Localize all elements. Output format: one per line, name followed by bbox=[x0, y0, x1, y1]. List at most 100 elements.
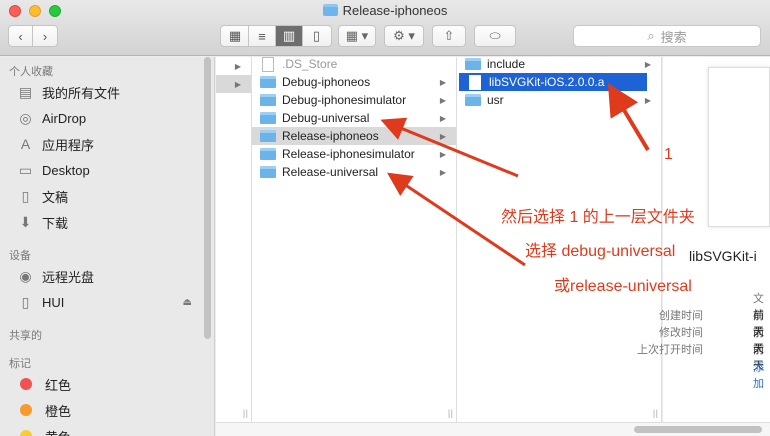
disclosure-arrow-icon: ▶ bbox=[644, 59, 651, 69]
documents-icon: ▯ bbox=[21, 187, 30, 204]
chevron-right-icon: › bbox=[42, 28, 48, 44]
list-item-release-universal[interactable]: Release-universal ▶ bbox=[252, 163, 456, 181]
title-bar: Release-iphoneos ‹ › ▦ ≡ ▥ ▯ ▦ ▾ ⚙ ▾ ⇧ ⬭… bbox=[0, 0, 770, 56]
list-item-release-iphoneos[interactable]: Release-iphoneos ▶ bbox=[252, 127, 456, 145]
modified-label: 修改时间 bbox=[659, 327, 703, 339]
gear-icon: ⚙ ▾ bbox=[393, 28, 415, 43]
remote-disc-icon: ◉ bbox=[19, 267, 32, 284]
disclosure-arrow-icon: ▶ bbox=[439, 167, 446, 177]
arrange-button[interactable]: ▦ ▾ bbox=[338, 25, 376, 47]
arrange-grid-icon: ▦ ▾ bbox=[345, 28, 369, 43]
browser-column-2: .DS_Store Debug-iphoneos ▶ Debug-iphonesi… bbox=[252, 55, 457, 422]
add-tags-link[interactable]: 添加 bbox=[753, 359, 770, 391]
drive-icon: ▯ bbox=[21, 293, 30, 310]
list-view-button[interactable]: ≡ bbox=[249, 26, 276, 46]
folder-icon bbox=[260, 112, 276, 124]
all-files-icon: ▤ bbox=[18, 83, 33, 100]
folder-icon bbox=[260, 166, 276, 178]
yellow-tag-dot bbox=[20, 430, 32, 436]
sidebar-item-applications[interactable]: A 应用程序 bbox=[17, 134, 94, 154]
preview-file-name: libSVGKit-i bbox=[689, 248, 757, 264]
preview-pane: libSVGKit-i 文档 创建时间 前天 修改时间 前天 上次打开时间 前天… bbox=[637, 57, 770, 422]
horizontal-scrollbar[interactable] bbox=[634, 426, 762, 433]
sidebar-tag-yellow[interactable]: 黄色 bbox=[17, 426, 71, 436]
disclosure-arrow-icon: ▶ bbox=[439, 149, 446, 159]
share-button[interactable]: ⇧ bbox=[432, 25, 466, 47]
sidebar-item-all-files[interactable]: ▤ 我的所有文件 bbox=[17, 82, 120, 102]
browser-column-1: ▶ ▶ | | bbox=[216, 57, 252, 422]
column-resize-handle[interactable]: | | bbox=[243, 408, 248, 418]
tag-icon: ⬭ bbox=[489, 28, 501, 43]
cover-flow-icon: ▯ bbox=[312, 28, 321, 43]
column-1-row-selected[interactable]: ▶ bbox=[216, 75, 251, 93]
annotation-line-3: 或release-universal bbox=[554, 278, 692, 295]
sidebar-tag-red[interactable]: 红色 bbox=[17, 374, 71, 394]
folder-icon bbox=[260, 148, 276, 160]
folder-icon bbox=[260, 94, 276, 106]
last-opened-label: 上次打开时间 bbox=[637, 344, 703, 356]
sidebar-scrollbar[interactable] bbox=[204, 57, 211, 339]
orange-tag-dot bbox=[20, 404, 32, 416]
favorites-header: 个人收藏 bbox=[9, 66, 53, 78]
eject-icon[interactable]: ⏏ bbox=[183, 297, 192, 308]
search-icon: ⌕ bbox=[647, 28, 655, 43]
chevron-left-icon: ‹ bbox=[18, 28, 23, 44]
disclosure-arrow-icon: ▶ bbox=[439, 113, 446, 123]
list-item-debug-universal[interactable]: Debug-universal ▶ bbox=[252, 109, 456, 127]
tags-header: 标记 bbox=[9, 358, 31, 370]
folder-icon bbox=[260, 130, 276, 142]
back-button[interactable]: ‹ bbox=[9, 26, 33, 46]
disclosure-arrow-icon: ▶ bbox=[439, 131, 446, 141]
annotation-line-1: 然后选择 1 的上一层文件夹 bbox=[501, 209, 695, 226]
annotation-line-2: 选择 debug-universal bbox=[525, 243, 676, 260]
list-item-libsvgkit[interactable]: libSVGKit-iOS.2.0.0.a bbox=[459, 73, 647, 91]
disclosure-arrow-icon: ▶ bbox=[234, 79, 241, 89]
icon-view-button[interactable]: ▦ bbox=[222, 26, 249, 46]
sidebar-item-documents[interactable]: ▯ 文稿 bbox=[17, 186, 68, 206]
devices-header: 设备 bbox=[9, 250, 31, 262]
disclosure-arrow-icon: ▶ bbox=[439, 95, 446, 105]
view-mode-control: ▦ ≡ ▥ ▯ bbox=[220, 25, 332, 47]
cover-flow-button[interactable]: ▯ bbox=[303, 26, 330, 46]
horizontal-scroll-area bbox=[216, 422, 770, 436]
columns-icon: ▥ bbox=[282, 28, 296, 43]
disclosure-arrow-icon: ▶ bbox=[644, 95, 651, 105]
airdrop-icon: ◎ bbox=[19, 109, 32, 126]
back-forward-control: ‹ › bbox=[8, 25, 58, 47]
search-field[interactable]: ⌕ 搜索 bbox=[573, 25, 761, 47]
list-item-usr[interactable]: usr ▶ bbox=[457, 91, 661, 109]
column-1-row[interactable]: ▶ bbox=[216, 57, 251, 75]
sidebar-item-hui[interactable]: ▯ HUI bbox=[17, 292, 65, 312]
list-item-debug-iphoneos[interactable]: Debug-iphoneos ▶ bbox=[252, 73, 456, 91]
file-icon bbox=[469, 74, 481, 90]
disclosure-arrow-icon: ▶ bbox=[439, 77, 446, 87]
action-button[interactable]: ⚙ ▾ bbox=[384, 25, 424, 47]
folder-icon bbox=[465, 58, 481, 70]
list-item-include[interactable]: include ▶ bbox=[457, 55, 661, 73]
grid-icon: ▦ bbox=[228, 28, 242, 43]
column-view-button[interactable]: ▥ bbox=[276, 26, 303, 46]
column-resize-handle[interactable]: | | bbox=[653, 408, 658, 418]
file-icon bbox=[262, 56, 274, 72]
sidebar-item-remote-disc[interactable]: ◉ 远程光盘 bbox=[17, 266, 94, 286]
list-item-release-iphonesimulator[interactable]: Release-iphonesimulator ▶ bbox=[252, 145, 456, 163]
applications-icon: A bbox=[20, 136, 31, 152]
folder-icon bbox=[322, 4, 338, 16]
sidebar-item-desktop[interactable]: ▭ Desktop bbox=[17, 160, 90, 180]
share-icon: ⇧ bbox=[443, 28, 455, 43]
sidebar-item-downloads[interactable]: ⬇ 下载 bbox=[17, 212, 68, 232]
list-item-debug-iphonesimulator[interactable]: Debug-iphonesimulator ▶ bbox=[252, 91, 456, 109]
list-icon: ≡ bbox=[258, 28, 266, 44]
created-label: 创建时间 bbox=[659, 310, 703, 322]
list-item-ds-store[interactable]: .DS_Store bbox=[252, 55, 456, 73]
column-resize-handle[interactable]: | | bbox=[448, 408, 453, 418]
shared-header: 共享的 bbox=[9, 330, 42, 342]
forward-button[interactable]: › bbox=[33, 26, 57, 46]
edit-tags-button[interactable]: ⬭ bbox=[474, 25, 516, 47]
sidebar-tag-orange[interactable]: 橙色 bbox=[17, 400, 71, 420]
file-preview-thumbnail bbox=[708, 67, 770, 227]
sidebar-item-airdrop[interactable]: ◎ AirDrop bbox=[17, 108, 86, 128]
folder-icon bbox=[465, 94, 481, 106]
sidebar: 个人收藏 ▤ 我的所有文件 ◎ AirDrop A 应用程序 ▭ Desktop ▯ 文稿… bbox=[0, 57, 215, 436]
annotation-number: 1 bbox=[664, 146, 673, 163]
